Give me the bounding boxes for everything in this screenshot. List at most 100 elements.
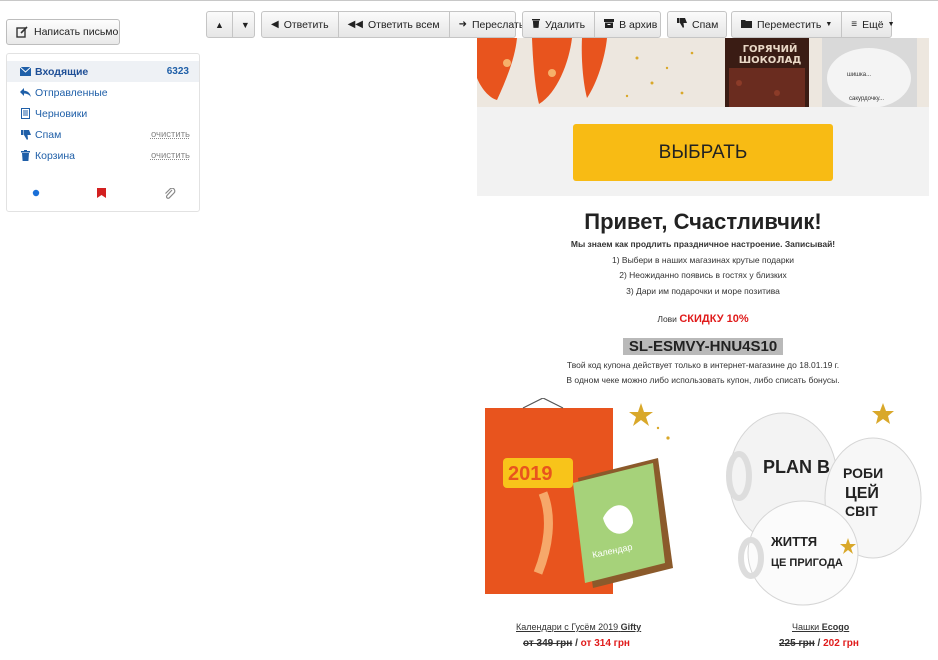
choose-button[interactable]: ВЫБРАТЬ (573, 124, 833, 181)
reply-all-label: Ответить всем (367, 18, 440, 31)
calendar-caption[interactable]: Календари с Гусём 2019 Gifty (516, 622, 641, 632)
trash-icon (532, 18, 540, 31)
svg-text:шишка...: шишка... (847, 72, 871, 78)
menu-icon: ≡ (851, 19, 858, 30)
reply-group: ◀ Ответить ◀◀ Ответить всем ➜ Переслать (261, 11, 524, 38)
step-1: 1) Выбери в наших магазинах крутые подар… (611, 255, 795, 265)
envelope-icon (20, 66, 31, 77)
old-price: 225 грн (779, 638, 815, 649)
reply-icon: ◀ (271, 19, 279, 30)
reply-all-button[interactable]: ◀◀ Ответить всем (339, 12, 450, 37)
calendar-product-image[interactable]: 2019 Календар (483, 397, 683, 611)
intro-text: Мы знаем как продлить праздничное настро… (570, 239, 836, 249)
unread-filter-icon[interactable] (32, 188, 40, 200)
step-3: 3) Дари им подарочки и море позитива (626, 286, 780, 296)
folder-icon (741, 19, 752, 31)
nav-arrows: ▲ ▼ (206, 11, 255, 38)
caption-text: Календари с Гусём 2019 (516, 622, 619, 632)
calendar-price: от 349 грн / от 314 грн (523, 638, 630, 649)
promo-line: Лови СКИДКУ 10% (477, 313, 929, 325)
svg-text:сакурдочку...: сакурдочку... (849, 96, 884, 102)
coupon-note-1: Твой код купона действует только в интер… (566, 360, 840, 370)
greeting-heading: Привет, Счастливчик! (584, 209, 822, 234)
folder-sent[interactable]: Отправленные (7, 82, 199, 103)
next-message-button[interactable]: ▼ (233, 12, 258, 37)
reply-all-icon: ◀◀ (347, 19, 363, 30)
old-price: от 349 грн (523, 638, 573, 649)
caret-down-icon: ▼ (825, 21, 833, 28)
thumbs-down-icon (20, 129, 31, 140)
folder-trash[interactable]: Корзина очистить (7, 145, 199, 166)
svg-text:РОБИ: РОБИ (843, 465, 883, 481)
svg-text:СВІТ: СВІТ (845, 503, 878, 519)
folder-panel: Входящие 6323 Отправленные Черновики Спа… (6, 53, 200, 212)
choose-button-label: ВЫБРАТЬ (658, 141, 748, 163)
svg-text:PLAN B: PLAN B (763, 457, 830, 477)
compose-icon (16, 26, 28, 38)
forward-button[interactable]: ➜ Переслать (450, 12, 534, 37)
folder-drafts[interactable]: Черновики (7, 103, 199, 124)
delete-button[interactable]: Удалить (523, 12, 596, 37)
reply-button[interactable]: ◀ Ответить (262, 12, 339, 37)
unread-count: 6323 (166, 66, 189, 77)
clean-trash-link[interactable]: очистить (151, 150, 190, 161)
move-label: Переместить (757, 18, 822, 31)
caption-text: Чашки (792, 622, 820, 632)
new-price: 202 грн (823, 638, 859, 649)
trash-icon (20, 150, 31, 161)
caption-brand: Gifty (620, 622, 642, 632)
coupon-note-2: В одном чеке можно либо использовать куп… (566, 375, 840, 385)
filter-marks (7, 187, 199, 204)
spam-button[interactable]: Спам (668, 12, 727, 37)
attachment-filter-icon[interactable] (164, 187, 176, 203)
delete-label: Удалить (545, 18, 586, 31)
thumbs-down-icon (677, 18, 687, 31)
price-separator: / (814, 638, 824, 649)
coupon-code[interactable]: SL-ESMVY-HNU4S10 (623, 338, 783, 355)
more-label: Ещё (862, 18, 884, 31)
cta-area: ВЫБРАТЬ (477, 107, 929, 196)
email-body: шишка... сакурдочку... ГОРЯЧИЙ ШОКОЛАД В… (477, 38, 929, 660)
folder-label: Черновики (35, 107, 88, 120)
folder-spam[interactable]: Спам очистить (7, 124, 199, 145)
price-separator: / (572, 638, 581, 649)
compose-label: Написать письмо (34, 26, 119, 38)
previous-message-button[interactable]: ▲ (207, 12, 233, 37)
clean-spam-link[interactable]: очистить (151, 129, 190, 140)
move-group: Переместить ▼ ≡ Ещё ▼ (731, 11, 895, 38)
svg-text:ЦЕ ПРИГОДА: ЦЕ ПРИГОДА (771, 557, 843, 569)
archive-button[interactable]: В архив (595, 12, 666, 37)
folder-inbox[interactable]: Входящие 6323 (7, 61, 199, 82)
hero-banner-image: шишка... сакурдочку... ГОРЯЧИЙ ШОКОЛАД (477, 38, 929, 107)
forward-icon: ➜ (458, 19, 467, 30)
spam-label: Спам (692, 18, 719, 31)
more-dropdown[interactable]: ≡ Ещё ▼ (842, 12, 903, 37)
mugs-caption[interactable]: Чашки Ecogo (792, 622, 849, 632)
archive-icon (604, 18, 615, 31)
move-dropdown[interactable]: Переместить ▼ (732, 12, 843, 37)
svg-text:ЖИТТЯ: ЖИТТЯ (770, 534, 817, 549)
flag-filter-icon[interactable] (97, 188, 106, 201)
hero-caption: ГОРЯЧИЙ ШОКОЛАД (738, 44, 802, 66)
arrow-down-icon: ▼ (240, 19, 250, 30)
caret-down-icon: ▼ (887, 21, 895, 28)
step-2: 2) Неожиданно появись в гостях у близких (619, 270, 787, 280)
delete-group: Удалить В архив (522, 11, 661, 38)
caption-brand: Ecogo (821, 622, 850, 632)
svg-text:2019: 2019 (508, 463, 553, 485)
reply-label: Ответить (283, 18, 329, 31)
compose-button[interactable]: Написать письмо (6, 19, 120, 45)
folder-label: Корзина (35, 149, 75, 162)
folder-label: Спам (35, 128, 62, 141)
new-price: от 314 грн (580, 638, 630, 649)
discount-highlight: СКИДКУ 10% (679, 313, 749, 325)
folder-label: Входящие (35, 65, 89, 78)
document-icon (20, 108, 31, 119)
mugs-product-image[interactable]: PLAN B РОБИ ЦЕЙ СВІТ ЖИТТЯ ЦЕ ПРИГОДА (723, 398, 923, 611)
mugs-price: 225 грн / 202 грн (779, 638, 859, 649)
forward-label: Переслать (471, 18, 525, 31)
reply-arrow-icon (20, 87, 31, 98)
folder-label: Отправленные (35, 86, 108, 99)
top-divider (0, 0, 938, 1)
archive-label: В архив (619, 18, 658, 31)
